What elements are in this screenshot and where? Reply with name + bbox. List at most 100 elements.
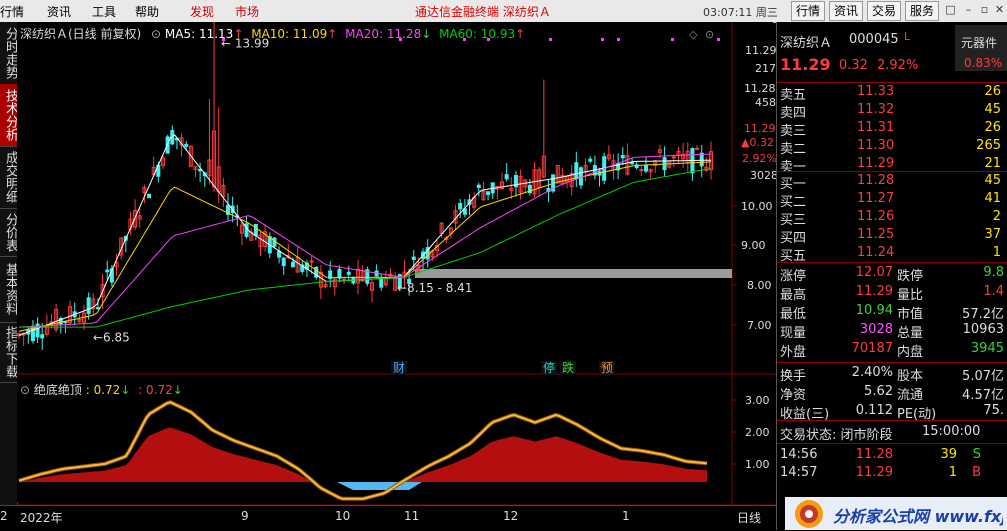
ask-volume: 21 bbox=[984, 156, 1001, 171]
ask-row: 卖四 11.32 45 bbox=[777, 102, 1005, 121]
minimize-icon[interactable]: – bbox=[961, 2, 976, 17]
signal-marker bbox=[617, 38, 620, 41]
left-tab-0[interactable]: 分时走势 bbox=[0, 22, 18, 85]
fundamental-row: 换手 2.40% 股本 5.07亿 bbox=[777, 365, 1005, 384]
price-axis-label: 8.00 bbox=[747, 279, 772, 292]
bid-row: 买三 11.26 2 bbox=[777, 209, 1005, 228]
signal-marker bbox=[671, 38, 674, 41]
main-legend: 深纺织Ａ(日线 前复权) ⊙ MA5: 11.13↑ MA10: 11.09↑ … bbox=[20, 25, 525, 42]
restore-icon[interactable]: □ bbox=[943, 2, 958, 17]
left-tab-5[interactable]: 指标下载 bbox=[0, 322, 18, 383]
left-tab-4[interactable]: 基本资料 bbox=[0, 256, 18, 323]
ask-price: 11.33 bbox=[857, 84, 895, 99]
divider bbox=[777, 443, 1007, 444]
bid-row: 买四 11.25 37 bbox=[777, 227, 1005, 246]
candle-body bbox=[639, 169, 644, 172]
toolbar-service-button[interactable]: 服务 bbox=[905, 1, 940, 21]
bid-label: 买一 bbox=[780, 177, 807, 192]
sector-change: 0.83% bbox=[964, 56, 1003, 70]
ma60-label: MA60: 10.93 bbox=[439, 27, 516, 41]
sector-box[interactable]: 元器件 0.83% bbox=[955, 25, 1007, 71]
price-axis-label: 7.00 bbox=[747, 319, 772, 332]
toolbar-news-button[interactable]: 资讯 bbox=[829, 1, 864, 21]
stat-label: 现量 bbox=[780, 326, 807, 341]
event-marker-2[interactable]: 跌 bbox=[562, 360, 574, 375]
ma5-label: MA5: 11.13 bbox=[164, 27, 234, 41]
stat-row: 最高 11.29 量比 1.4 bbox=[777, 284, 1005, 303]
price-axis-label: ▲0.32 bbox=[741, 136, 774, 149]
stat-value: 1.4 bbox=[983, 284, 1004, 299]
menu-item-4[interactable]: 发现 bbox=[190, 3, 214, 20]
tick-row: 14:57 11.29 1 B bbox=[777, 465, 1005, 484]
bid-volume: 2 bbox=[992, 209, 1001, 224]
stat-row: 外盘 70187 内盘 3945 bbox=[777, 341, 1005, 360]
price-axis-label: 10.00 bbox=[741, 200, 773, 213]
fundamental-value: 5.62 bbox=[864, 384, 893, 399]
event-marker-3[interactable]: 预 bbox=[601, 361, 613, 375]
stock-name: 深纺织Ａ bbox=[780, 36, 833, 51]
price-axis-label: 11.29 bbox=[745, 44, 776, 57]
menu-bar: 行情 资讯 工具 帮助 发现 市场 通达信金融终端 深纺织Ａ 03:07:11 周三 行情… bbox=[0, 0, 1007, 23]
menu-item-3[interactable]: 帮助 bbox=[135, 3, 159, 20]
sub-legend-toggle-icon[interactable]: ⊙ bbox=[20, 383, 30, 397]
settings-icon[interactable]: ⊙ bbox=[705, 28, 714, 41]
event-marker-0[interactable]: 财 bbox=[393, 361, 405, 375]
candle-body bbox=[184, 143, 189, 147]
fundamental-label: 净资 bbox=[780, 388, 807, 403]
menu-item-5[interactable]: 市场 bbox=[235, 3, 259, 20]
last-price: 11.29 bbox=[780, 55, 831, 74]
legend-toggle-icon[interactable]: ⊙ bbox=[151, 27, 161, 41]
time-axis-label-3: 11 bbox=[404, 509, 420, 523]
toolbar-trade-button[interactable]: 交易 bbox=[867, 1, 902, 21]
candle-body bbox=[379, 279, 384, 288]
ask-volume: 265 bbox=[976, 138, 1001, 153]
maximize-icon[interactable]: ▫ bbox=[977, 2, 992, 17]
ma20-arrow-icon: ↓ bbox=[421, 27, 432, 41]
menu-item-1[interactable]: 资讯 bbox=[47, 3, 71, 20]
sector-name: 元器件 bbox=[961, 36, 998, 50]
close-icon[interactable]: ✕ bbox=[992, 2, 1007, 17]
bid-volume: 1 bbox=[992, 245, 1001, 260]
left-tab-1[interactable]: 技术分析 bbox=[0, 84, 18, 147]
event-marker-1[interactable]: 停 bbox=[543, 360, 555, 375]
ma10-label: MA10: 11.09 bbox=[251, 27, 328, 41]
candle-body bbox=[337, 268, 342, 279]
menu-item-2[interactable]: 工具 bbox=[92, 3, 116, 20]
time-axis-label-1: 9 bbox=[241, 509, 249, 523]
v2-arrow-icon: ↓ bbox=[172, 383, 183, 397]
bid-price: 11.27 bbox=[857, 191, 895, 206]
menu-item-0[interactable]: 行情 bbox=[0, 3, 24, 20]
diamond-icon[interactable]: ◇ bbox=[689, 28, 698, 41]
sub-axis-label: 2.00 bbox=[745, 426, 770, 439]
fundamental-value: 75. bbox=[983, 403, 1004, 418]
period-selector[interactable]: 日线 bbox=[737, 509, 761, 526]
price-axis-label: 9.00 bbox=[741, 239, 766, 252]
stat-label: 跌停 bbox=[897, 269, 924, 284]
toolbar-market-button[interactable]: 行情 bbox=[791, 1, 826, 21]
sub-legend: ⊙ 绝底绝顶 : 0.72↓ : 0.72↓ bbox=[20, 381, 183, 398]
watermark: 分析家公式网 www.fxjgsw.com bbox=[785, 497, 1007, 530]
left-tab-3[interactable]: 分价表 bbox=[0, 208, 18, 257]
ma60-arrow-icon: ↑ bbox=[515, 27, 526, 41]
divider bbox=[777, 262, 1007, 263]
ask-price: 11.30 bbox=[857, 138, 895, 153]
price-axis-label: 2.92% bbox=[742, 152, 776, 165]
ask-label: 卖四 bbox=[780, 106, 807, 121]
clock: 03:07:11 周三 bbox=[703, 6, 778, 19]
bid-price: 11.25 bbox=[857, 227, 895, 242]
candle-body bbox=[671, 156, 676, 159]
stat-label: 最高 bbox=[780, 288, 807, 303]
kline-chart[interactable]: ← 13.99←6.85←8.15 - 8.41财停跌预◇ ⊙11.2921711… bbox=[17, 22, 776, 505]
candle-body bbox=[643, 164, 648, 172]
stat-label: 内盘 bbox=[897, 345, 924, 360]
stat-value: 3945 bbox=[970, 341, 1004, 356]
left-tab-2[interactable]: 成交明细 bbox=[0, 146, 18, 209]
bid-price: 11.26 bbox=[857, 209, 895, 224]
bid-row: 买一 11.28 45 bbox=[777, 173, 1005, 192]
candle-body bbox=[620, 155, 625, 159]
candle-body bbox=[486, 191, 491, 196]
stat-value: 10963 bbox=[962, 322, 1004, 337]
watermark-text: 分析家公式网 www.fxjgsw.com bbox=[833, 507, 1003, 526]
low-label: ←6.85 bbox=[93, 331, 130, 345]
indicator-value-2: : 0.72 bbox=[138, 383, 173, 397]
